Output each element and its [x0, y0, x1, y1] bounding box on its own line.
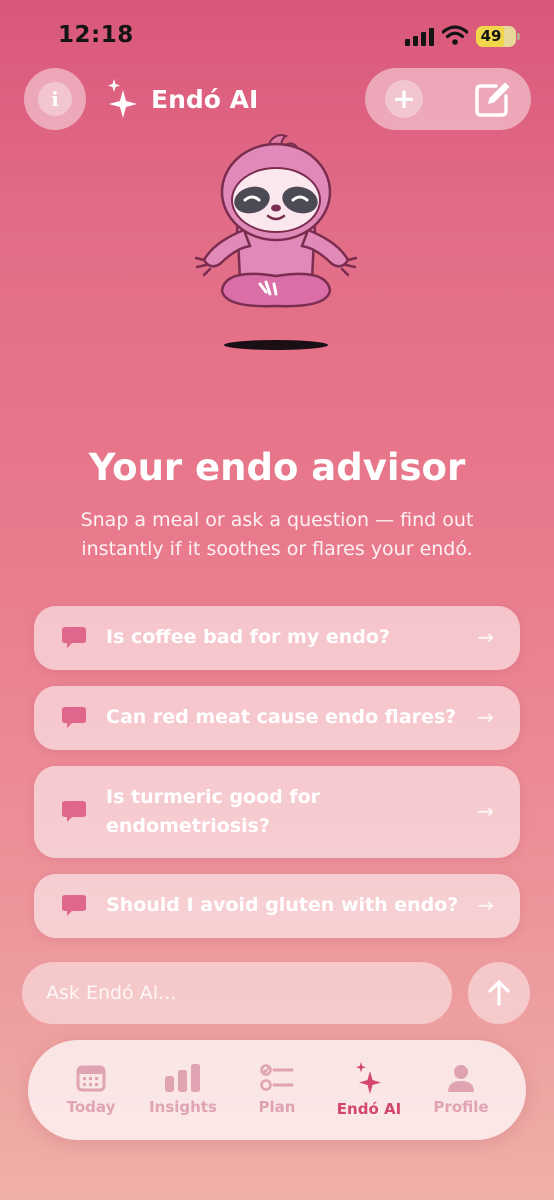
calendar-icon [76, 1065, 106, 1092]
suggestion-text: Is turmeric good for endometriosis? [106, 786, 321, 837]
suggestion-card[interactable]: Should I avoid gluten with endo? → [34, 874, 520, 938]
person-icon [448, 1065, 474, 1092]
suggestion-text: Can red meat cause endo flares? [106, 706, 457, 728]
arrow-up-icon [488, 980, 510, 1006]
send-button[interactable] [468, 962, 530, 1024]
arrow-right-icon: → [477, 705, 494, 729]
page-title: Your endo advisor [88, 446, 466, 489]
compose-button[interactable] [472, 80, 512, 120]
tab-label: Today [66, 1098, 116, 1116]
suggestion-card[interactable]: Is coffee bad for my endo? → [34, 606, 520, 670]
status-time: 12:18 [58, 22, 134, 48]
cellular-signal-icon [405, 28, 435, 46]
chat-bubble-icon [62, 801, 86, 822]
info-button[interactable]: i [24, 68, 86, 130]
tab-profile[interactable]: Profile [416, 1040, 506, 1140]
suggestion-text: Should I avoid gluten with endo? [106, 894, 459, 916]
chat-bubble-icon [62, 895, 86, 916]
suggestion-card[interactable]: Can red meat cause endo flares? → [34, 686, 520, 750]
tab-bar: Today Insights Plan Endó AI Profile [28, 1040, 526, 1140]
tab-label: Insights [149, 1098, 217, 1116]
battery-indicator: 49 [476, 26, 520, 47]
arrow-right-icon: → [477, 893, 494, 917]
suggestion-card[interactable]: Is turmeric good for endometriosis? → [34, 766, 520, 858]
chat-bubble-icon [62, 627, 86, 648]
checklist-icon [260, 1064, 294, 1091]
sparkles-icon [356, 1062, 381, 1094]
compose-icon [475, 82, 510, 117]
tab-endo-ai[interactable]: Endó AI [324, 1040, 414, 1140]
tab-insights[interactable]: Insights [138, 1040, 228, 1140]
tab-today[interactable]: Today [46, 1040, 136, 1140]
bar-chart-icon [165, 1064, 200, 1092]
info-icon: i [38, 82, 72, 116]
wifi-icon [442, 25, 468, 45]
arrow-right-icon: → [477, 799, 494, 823]
app-title-group: Endó AI [105, 76, 258, 122]
app-title: Endó AI [151, 84, 259, 114]
plus-icon: + [392, 82, 416, 115]
mascot-shadow [224, 340, 328, 350]
ask-input[interactable] [22, 962, 452, 1024]
sparkles-icon [108, 79, 137, 118]
arrow-right-icon: → [477, 625, 494, 649]
tab-plan[interactable]: Plan [232, 1040, 322, 1140]
tab-label: Endó AI [336, 1100, 402, 1118]
chat-bubble-icon [62, 707, 86, 728]
add-button[interactable]: + [385, 80, 423, 118]
sloth-mascot-illustration [194, 134, 358, 308]
tab-label: Profile [433, 1098, 489, 1116]
page-subtitle: Snap a meal or ask a question — find out… [80, 509, 474, 560]
suggestion-text: Is coffee bad for my endo? [106, 626, 390, 648]
tab-label: Plan [258, 1098, 296, 1116]
